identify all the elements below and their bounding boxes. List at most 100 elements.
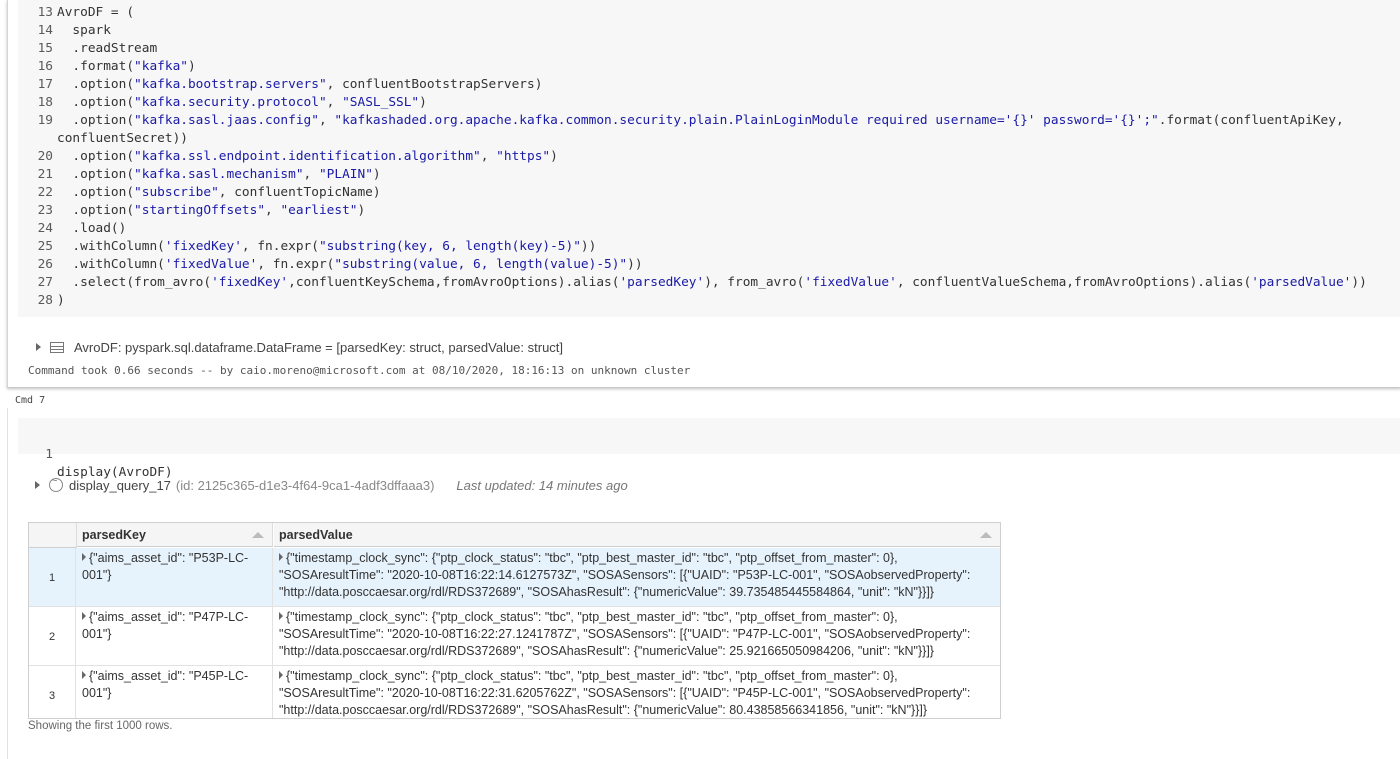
row-index: 3: [29, 666, 76, 718]
code-token: "PLAIN": [318, 167, 373, 182]
line-number: 18: [37, 95, 53, 110]
line-number: 19: [37, 113, 53, 128]
code-token: ,: [318, 113, 335, 128]
expand-triangle-icon[interactable]: [279, 612, 283, 620]
code-token: 'fixedKey': [211, 275, 289, 290]
code-token: .select(from_avro(: [57, 275, 212, 290]
code-token: "kafka.security.protocol": [134, 95, 327, 110]
line-number: 16: [37, 59, 53, 74]
code-token: ,: [326, 95, 343, 110]
code-token: , confluentBootstrapServers): [326, 77, 543, 92]
code-token: spark: [57, 23, 111, 38]
stream-icon: [49, 475, 63, 492]
expand-triangle-icon[interactable]: [35, 481, 40, 489]
code-token: , fn.expr(: [257, 257, 335, 272]
column-header-parsedKey[interactable]: parsedKey: [77, 523, 273, 547]
showing-rows-text: Showing the first 1000 rows.: [28, 720, 173, 732]
table-icon: [50, 341, 64, 353]
row-index: 1: [29, 548, 76, 606]
query-name[interactable]: display_query_17: [69, 478, 171, 493]
line-number: 1: [45, 447, 53, 462]
code-token: "startingOffsets": [134, 203, 266, 218]
table-cell[interactable]: {"timestamp_clock_sync": {"ptp_clock_sta…: [274, 607, 1000, 665]
code-token: .option(: [57, 95, 135, 110]
code-token: 'fixedKey': [164, 239, 242, 254]
code-token: ,confluentKeySchema,fromAvroOptions).ali…: [288, 275, 620, 290]
expand-triangle-icon[interactable]: [82, 671, 86, 679]
table-cell[interactable]: {"aims_asset_id": "P45P-LC-001"}: [77, 666, 273, 718]
table-cell[interactable]: {"aims_asset_id": "P47P-LC-001"}: [77, 607, 273, 665]
expand-triangle-icon[interactable]: [36, 343, 41, 351]
code-token: .option(: [57, 113, 135, 128]
code-token: .format(confluentApiKey,: [1158, 113, 1344, 128]
code-editor[interactable]: 13 AvroDF = ( 14 spark 15 .readStream 16 .fo…: [18, 0, 1400, 317]
column-header-label: parsedValue: [279, 528, 353, 542]
column-header-parsedValue[interactable]: parsedValue: [274, 523, 1000, 547]
code-token: "earliest": [280, 203, 358, 218]
line-number: 13: [37, 5, 53, 20]
expand-triangle-icon[interactable]: [279, 671, 283, 679]
code-token: ): [187, 59, 196, 74]
code-token: 'fixedValue': [164, 257, 258, 272]
code-editor[interactable]: 1 display(AvroDF): [18, 418, 1400, 480]
row-index: 2: [29, 607, 76, 665]
code-token: "substring(value, 6, length(value)-5)": [334, 257, 628, 272]
code-token: 'parsedKey': [619, 275, 705, 290]
sort-arrow-icon[interactable]: [252, 532, 264, 538]
sort-arrow-icon[interactable]: [980, 532, 992, 538]
expand-triangle-icon[interactable]: [82, 612, 86, 620]
command-took-text: Command took 0.66 seconds -- by caio.mor…: [28, 364, 691, 377]
table-cell[interactable]: {"aims_asset_id": "P53P-LC-001"}: [77, 548, 273, 606]
line-number: 17: [37, 77, 53, 92]
code-token: , fn.expr(: [241, 239, 319, 254]
line-number: 25: [37, 239, 53, 254]
code-token: .option(: [57, 149, 135, 164]
line-number: 26: [37, 257, 53, 272]
code-token: .load(): [57, 221, 127, 236]
stream-query-row: display_query_17 (id: 2125c365-d1e3-4f64…: [35, 475, 628, 494]
index-header: [29, 523, 77, 548]
line-number: 14: [37, 23, 53, 38]
table-cell[interactable]: {"timestamp_clock_sync": {"ptp_clock_sta…: [274, 548, 1000, 606]
code-token: )): [627, 257, 643, 272]
line-number: 27: [37, 275, 53, 290]
code-token: "substring(key, 6, length(key)-5)": [318, 239, 581, 254]
notebook-cell-1[interactable]: 13 AvroDF = ( 14 spark 15 .readStream 16 .fo…: [7, 0, 1400, 388]
table-cell[interactable]: {"timestamp_clock_sync": {"ptp_clock_sta…: [274, 666, 1000, 718]
code-token: AvroDF = (: [57, 5, 135, 20]
code-token: , confluentValueSchema,fromAvroOptions).…: [896, 275, 1252, 290]
code-token: ): [357, 203, 366, 218]
code-token: "kafka.sasl.mechanism": [134, 167, 304, 182]
code-token: )): [1351, 275, 1367, 290]
code-token: .option(: [57, 185, 135, 200]
code-token: ,: [303, 167, 319, 182]
code-token: .readStream: [57, 41, 158, 56]
code-token: .withColumn(: [57, 257, 165, 272]
code-token: "https": [496, 149, 551, 164]
line-number: 15: [37, 41, 53, 56]
line-number: 28: [37, 293, 53, 308]
code-token: ), from_avro(: [704, 275, 805, 290]
code-token: ): [57, 293, 65, 308]
last-updated: Last updated: 14 minutes ago: [456, 477, 628, 493]
notebook-cell-2[interactable]: 1 display(AvroDF) display_query_17 (id: …: [7, 408, 1400, 759]
code-token: ): [550, 149, 558, 164]
column-header-label: parsedKey: [82, 528, 146, 542]
results-table[interactable]: parsedKey parsedValue 1 {"aims_asset_id"…: [28, 522, 1001, 719]
code-token: .option(: [57, 167, 135, 182]
table-row[interactable]: 2 {"aims_asset_id": "P47P-LC-001"} {"tim…: [29, 607, 1000, 666]
code-token: "kafka.ssl.endpoint.identification.algor…: [134, 149, 481, 164]
line-number: 22: [37, 185, 53, 200]
code-token: "kafka.bootstrap.servers": [134, 77, 327, 92]
code-token: "kafka.sasl.jaas.config": [134, 113, 319, 128]
code-token: )): [580, 239, 597, 254]
expand-triangle-icon[interactable]: [279, 553, 283, 561]
table-row[interactable]: 3 {"aims_asset_id": "P45P-LC-001"} {"tim…: [29, 666, 1000, 718]
code-token: .withColumn(: [57, 239, 165, 254]
dataframe-output: AvroDF: pyspark.sql.dataframe.DataFrame …: [36, 338, 563, 356]
code-token: .option(: [57, 203, 135, 218]
code-token: ): [372, 167, 381, 182]
expand-triangle-icon[interactable]: [82, 553, 86, 561]
code-token: "kafkashaded.org.apache.kafka.common.sec…: [334, 113, 1159, 128]
table-row[interactable]: 1 {"aims_asset_id": "P53P-LC-001"} {"tim…: [29, 548, 1000, 607]
